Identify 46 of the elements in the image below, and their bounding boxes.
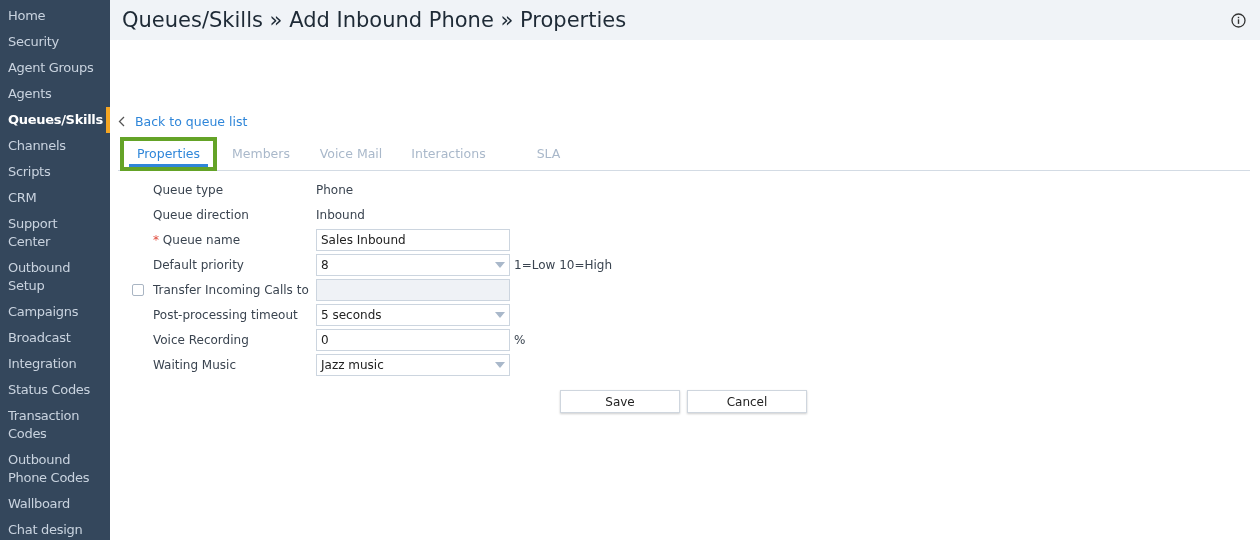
required-mark: * <box>153 232 159 247</box>
field-label: Waiting Music <box>153 357 236 372</box>
sidebar-item[interactable]: Channels <box>0 133 110 159</box>
field-label: Queue direction <box>153 207 249 222</box>
field-label: Queue name <box>162 232 241 247</box>
chevron-left-icon[interactable] <box>118 116 125 127</box>
sidebar-item[interactable]: CRM <box>0 185 110 211</box>
field-value: Phone <box>316 182 354 197</box>
sidebar-item[interactable]: Home <box>0 3 110 29</box>
sidebar-item[interactable]: Agents <box>0 81 110 107</box>
field-label: Queue type <box>153 182 224 197</box>
save-button[interactable]: Save <box>560 390 680 413</box>
sidebar-item[interactable]: Status Codes <box>0 377 110 403</box>
field-label: Post-processing timeout <box>153 307 298 322</box>
field-label: Default priority <box>153 257 244 272</box>
field-value: Inbound <box>316 207 365 222</box>
info-icon[interactable] <box>1231 12 1246 28</box>
back-link[interactable]: Back to queue list <box>135 114 248 129</box>
field-label: Transfer Incoming Calls to <box>153 282 309 297</box>
sidebar-item[interactable]: Scripts <box>0 159 110 185</box>
caret-icon <box>495 361 505 368</box>
sidebar-item[interactable]: Transaction Codes <box>0 403 110 447</box>
select-field[interactable]: 5 seconds <box>316 303 510 326</box>
field-label: Voice Recording <box>153 332 249 347</box>
sidebar-item[interactable]: Campaigns <box>0 299 110 325</box>
select-field[interactable]: Jazz music <box>316 353 510 376</box>
select-field[interactable]: 8 <box>316 253 510 276</box>
sidebar-item[interactable]: Support Center <box>0 211 110 255</box>
caret-icon <box>495 311 505 318</box>
sidebar-item[interactable]: Wallboard <box>0 491 110 517</box>
sidebar-item[interactable]: Chat design <box>0 517 110 540</box>
sidebar-item[interactable]: Outbound Phone Codes <box>0 447 110 491</box>
tab[interactable]: Properties <box>121 138 216 170</box>
field-hint: 1=Low 10=High <box>514 257 613 272</box>
caret-icon <box>495 261 505 268</box>
sidebar-item[interactable]: Integration <box>0 351 110 377</box>
sidebar-item[interactable]: Outbound Setup <box>0 255 110 299</box>
input-field[interactable]: Sales Inbound <box>316 228 510 251</box>
cancel-button[interactable]: Cancel <box>687 390 807 413</box>
sidebar-item[interactable]: Agent Groups <box>0 55 110 81</box>
sidebar-item[interactable]: Queues/Skills <box>0 107 110 133</box>
sidebar-item[interactable]: Broadcast <box>0 325 110 351</box>
sidebar-item[interactable]: Security <box>0 29 110 55</box>
input-field[interactable]: 0 <box>316 328 510 351</box>
field-hint: % <box>514 332 526 347</box>
page-title: Queues/Skills » Add Inbound Phone » Properties <box>122 8 627 32</box>
